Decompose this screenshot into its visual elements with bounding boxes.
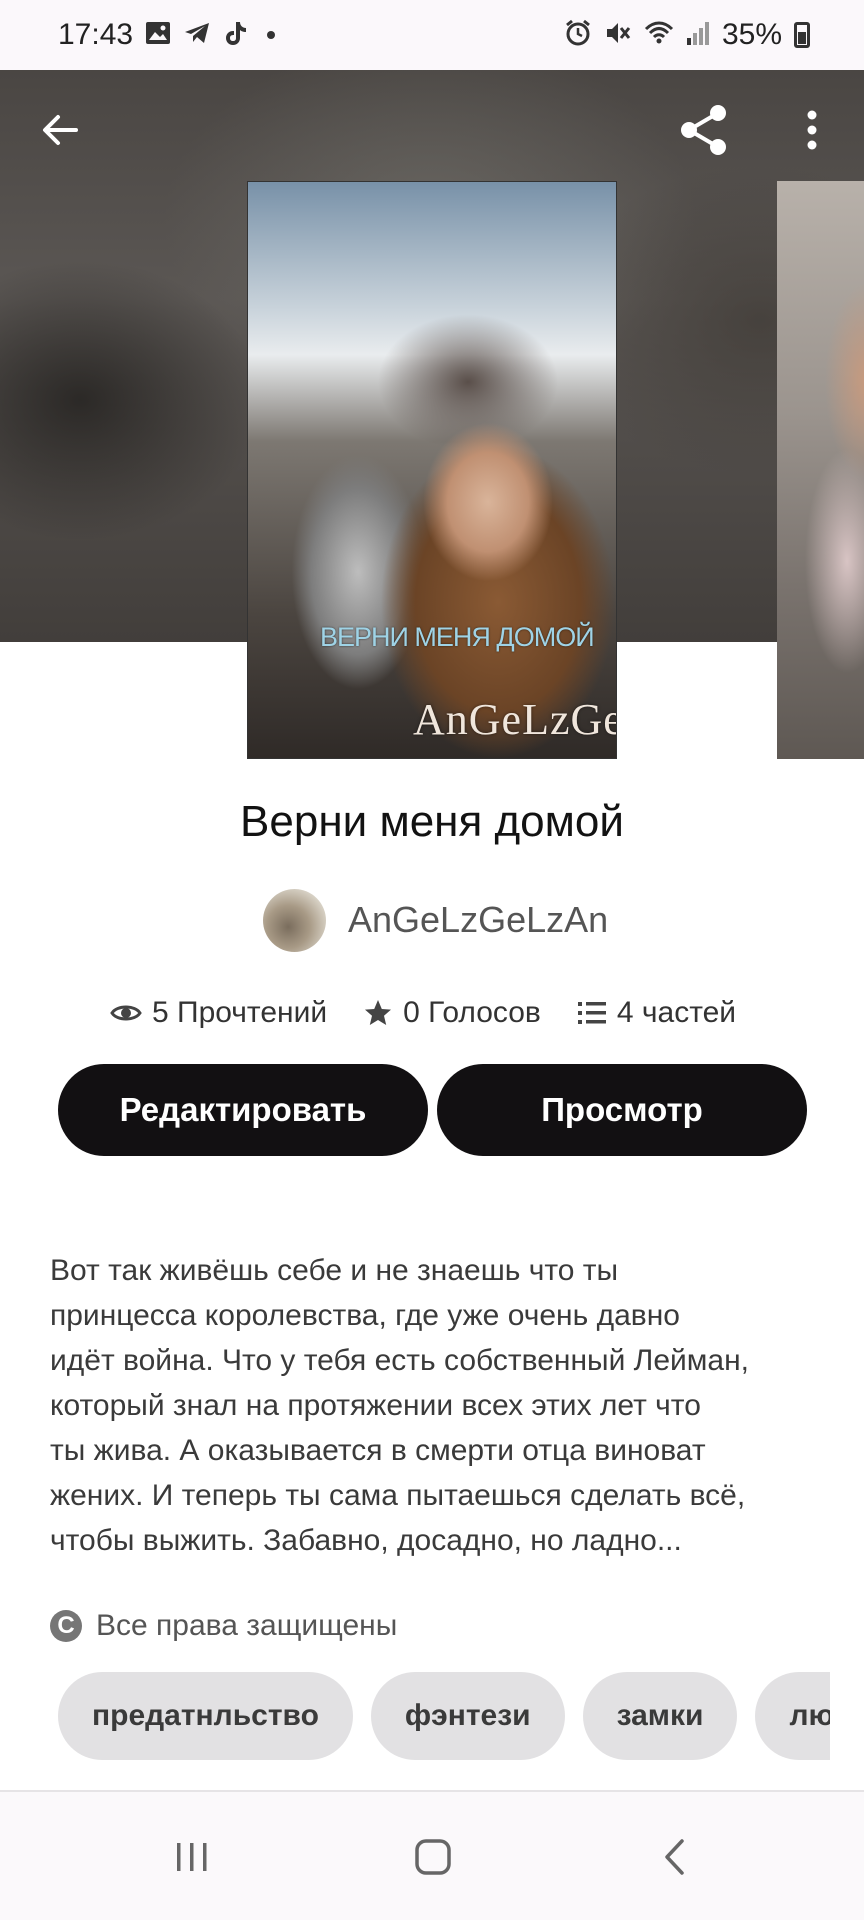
dot-icon (267, 31, 276, 39)
copyright-text: Все права защищены (96, 1609, 398, 1642)
telegram-icon (183, 21, 211, 49)
status-right: 35% (564, 18, 810, 52)
copyright-row: C Все права защищены (50, 1605, 397, 1647)
tag-item[interactable]: замки (582, 1672, 738, 1760)
tag-item[interactable]: фэнтези (370, 1672, 565, 1760)
recent-apps-button[interactable] (152, 1822, 232, 1892)
more-options-button[interactable] (780, 98, 844, 162)
cover-title-text: ВЕРНИ МЕНЯ ДОМОЙ (320, 622, 595, 652)
tag-item[interactable]: предатнльство (58, 1672, 353, 1760)
gallery-icon (145, 21, 171, 49)
stat-reads: 5 Прочтений (110, 996, 327, 1030)
home-button[interactable] (393, 1822, 473, 1892)
cover-author-text: AnGeLzGeLzAn (413, 695, 616, 744)
stat-votes: 0 Голосов (363, 996, 541, 1030)
stat-parts: 4 частей (577, 996, 736, 1030)
back-button[interactable] (28, 98, 92, 162)
status-bar: 17:43 35% (0, 0, 864, 70)
status-left: 17:43 (58, 18, 276, 52)
battery-percent: 35% (721, 18, 782, 51)
tag-item[interactable]: любовь (755, 1672, 830, 1760)
tiktok-icon (223, 20, 247, 50)
list-icon (577, 1002, 606, 1024)
edit-button[interactable]: Редактировать (58, 1064, 428, 1156)
system-nav-bar (0, 1792, 864, 1920)
story-cover[interactable]: ВЕРНИ МЕНЯ ДОМОЙ AnGeLzGeLzAn (247, 181, 617, 759)
status-time: 17:43 (58, 18, 134, 51)
stats-row: 5 Прочтений 0 Голосов 4 частей (110, 990, 736, 1036)
signal-icon (686, 20, 710, 50)
recent-apps-icon (177, 1843, 207, 1871)
author-name: AnGeLzGeLzAn (348, 899, 609, 940)
next-story-cover[interactable] (777, 181, 864, 759)
author-link[interactable]: AnGeLzGeLzAn (263, 888, 608, 952)
home-icon (415, 1839, 451, 1875)
battery-icon (794, 22, 810, 48)
wifi-icon (644, 20, 674, 50)
share-button[interactable] (672, 98, 736, 162)
alarm-icon (564, 19, 592, 51)
copyright-icon: C (50, 1610, 82, 1642)
eye-icon (110, 1005, 142, 1021)
view-button[interactable]: Просмотр (437, 1064, 807, 1156)
tag-list: предатнльство фэнтези замки любовь (58, 1672, 830, 1762)
arrow-left-icon (43, 115, 78, 145)
share-icon (681, 105, 726, 155)
chevron-left-icon (665, 1839, 684, 1875)
star-icon (365, 1000, 392, 1025)
parts-count: 4 частей (616, 996, 737, 1029)
votes-count: 0 Голосов (403, 996, 541, 1029)
more-vertical-icon (807, 110, 817, 150)
story-description: Вот так живёшь себе и не знаешь что ты п… (50, 1254, 750, 1557)
mute-icon (604, 19, 632, 51)
author-avatar (263, 888, 326, 952)
reads-count: 5 Прочтений (152, 996, 328, 1029)
story-title: Верни меня домой (240, 797, 624, 846)
nav-back-button[interactable] (634, 1822, 714, 1892)
